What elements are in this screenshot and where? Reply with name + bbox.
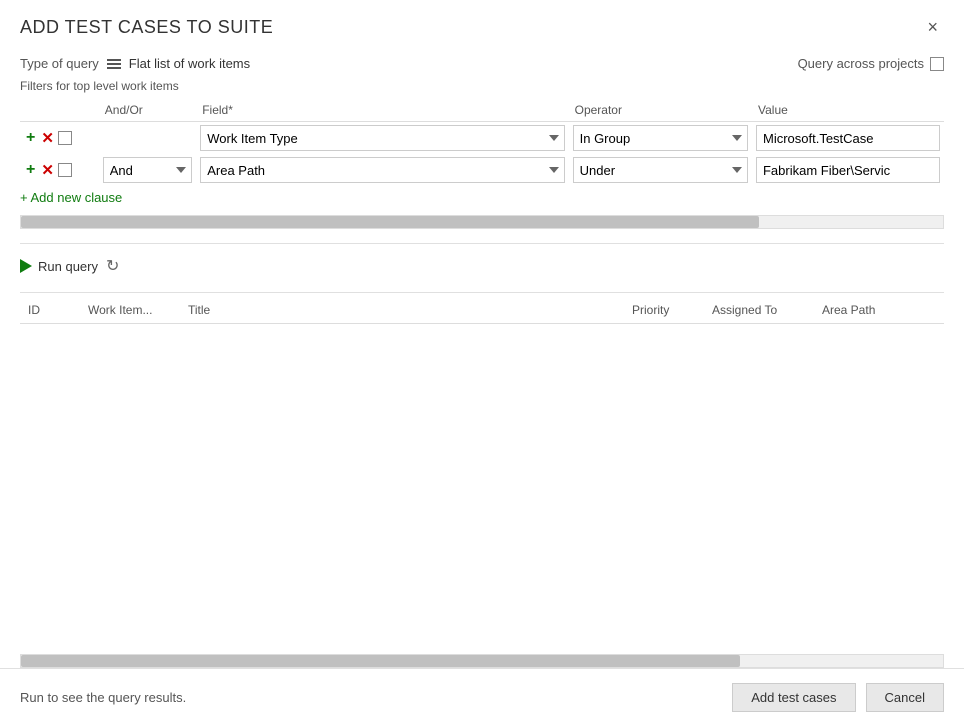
refresh-button[interactable]: ↻ [106, 256, 119, 276]
col-header-workitem: Work Item... [80, 301, 180, 319]
add-test-cases-button[interactable]: Add test cases [732, 683, 855, 712]
row-2-value-input[interactable] [756, 157, 940, 183]
query-across-checkbox[interactable] [930, 57, 944, 71]
col-header-id: ID [20, 301, 80, 319]
row-2-del-btn[interactable]: ✕ [39, 163, 56, 178]
top-scrollbar-thumb [21, 216, 759, 228]
row-2-andor-cell[interactable]: And Or [99, 154, 196, 186]
close-button[interactable]: × [921, 16, 944, 38]
bottom-scrollbar-thumb [21, 655, 740, 667]
row-1-actions: + ✕ [24, 130, 95, 146]
row-2-add-btn[interactable]: + [24, 162, 37, 178]
play-icon [20, 259, 32, 273]
filters-label: Filters for top level work items [20, 77, 944, 99]
divider-1 [20, 243, 944, 244]
run-query-label: Run query [38, 259, 98, 274]
query-type-left: Type of query Flat list of work items [20, 56, 250, 71]
th-value: Value [752, 99, 944, 122]
run-query-button[interactable]: Run query [20, 259, 98, 274]
row-2-value-cell[interactable] [752, 154, 944, 186]
row-2-field-cell[interactable]: Work Item Type Area Path Assigned To Sta… [196, 154, 568, 186]
row-2-operator-cell[interactable]: Under Not Under = <> [569, 154, 752, 186]
col-header-assignedto: Assigned To [704, 301, 814, 319]
th-field: Field* [196, 99, 568, 122]
dialog-body: Type of query Flat list of work items Qu… [0, 46, 964, 668]
col-header-priority: Priority [624, 301, 704, 319]
divider-2 [20, 292, 944, 293]
add-clause-row: + Add new clause [20, 186, 944, 209]
filter-table-wrapper: And/Or Field* Operator Value + ✕ [20, 99, 944, 186]
query-across-right: Query across projects [798, 56, 944, 71]
list-icon [107, 59, 121, 69]
th-andor: And/Or [99, 99, 196, 122]
row-2-checkbox[interactable] [58, 163, 72, 177]
query-type-label: Type of query [20, 56, 99, 71]
results-header: ID Work Item... Title Priority Assigned … [20, 301, 944, 324]
results-empty-area [20, 324, 944, 650]
row-1-value-input[interactable] [756, 125, 940, 151]
dialog-header: ADD TEST CASES TO SUITE × [0, 0, 964, 46]
filter-table: And/Or Field* Operator Value + ✕ [20, 99, 944, 186]
row-1-add-btn[interactable]: + [24, 130, 37, 146]
row-2-operator-select[interactable]: Under Not Under = <> [573, 157, 748, 183]
top-scrollbar[interactable] [20, 215, 944, 229]
add-clause-label: + Add new clause [20, 190, 122, 205]
footer-status: Run to see the query results. [20, 690, 186, 705]
row-1-field-cell[interactable]: Work Item Type Area Path Assigned To Sta… [196, 122, 568, 155]
row-1-del-btn[interactable]: ✕ [39, 131, 56, 146]
row-2-actions: + ✕ [24, 162, 95, 178]
dialog: ADD TEST CASES TO SUITE × Type of query … [0, 0, 964, 726]
query-type-value[interactable]: Flat list of work items [107, 56, 250, 71]
run-query-row: Run query ↻ [20, 252, 944, 284]
filter-row-2: + ✕ And Or [20, 154, 944, 186]
row-1-value-cell[interactable] [752, 122, 944, 155]
add-clause-button[interactable]: + Add new clause [20, 190, 122, 205]
row-2-andor-select[interactable]: And Or [103, 157, 192, 183]
row-1-field-select[interactable]: Work Item Type Area Path Assigned To Sta… [200, 125, 564, 151]
query-type-text: Flat list of work items [129, 56, 250, 71]
row-1-andor-cell [99, 122, 196, 155]
dialog-footer: Run to see the query results. Add test c… [0, 668, 964, 726]
filter-row-1: + ✕ Work Item Type Area Path Assigned To [20, 122, 944, 155]
row-1-operator-cell[interactable]: In Group Not In Group = <> [569, 122, 752, 155]
row-1-checkbox[interactable] [58, 131, 72, 145]
col-header-areapath: Area Path [814, 301, 944, 319]
row-1-operator-select[interactable]: In Group Not In Group = <> [573, 125, 748, 151]
dialog-title: ADD TEST CASES TO SUITE [20, 17, 273, 38]
th-actions [20, 99, 99, 122]
footer-buttons: Add test cases Cancel [732, 683, 944, 712]
row-2-field-select[interactable]: Work Item Type Area Path Assigned To Sta… [200, 157, 564, 183]
th-operator: Operator [569, 99, 752, 122]
cancel-button[interactable]: Cancel [866, 683, 944, 712]
query-across-label: Query across projects [798, 56, 924, 71]
query-type-row: Type of query Flat list of work items Qu… [20, 46, 944, 77]
col-header-title: Title [180, 301, 624, 319]
bottom-scrollbar[interactable] [20, 654, 944, 668]
